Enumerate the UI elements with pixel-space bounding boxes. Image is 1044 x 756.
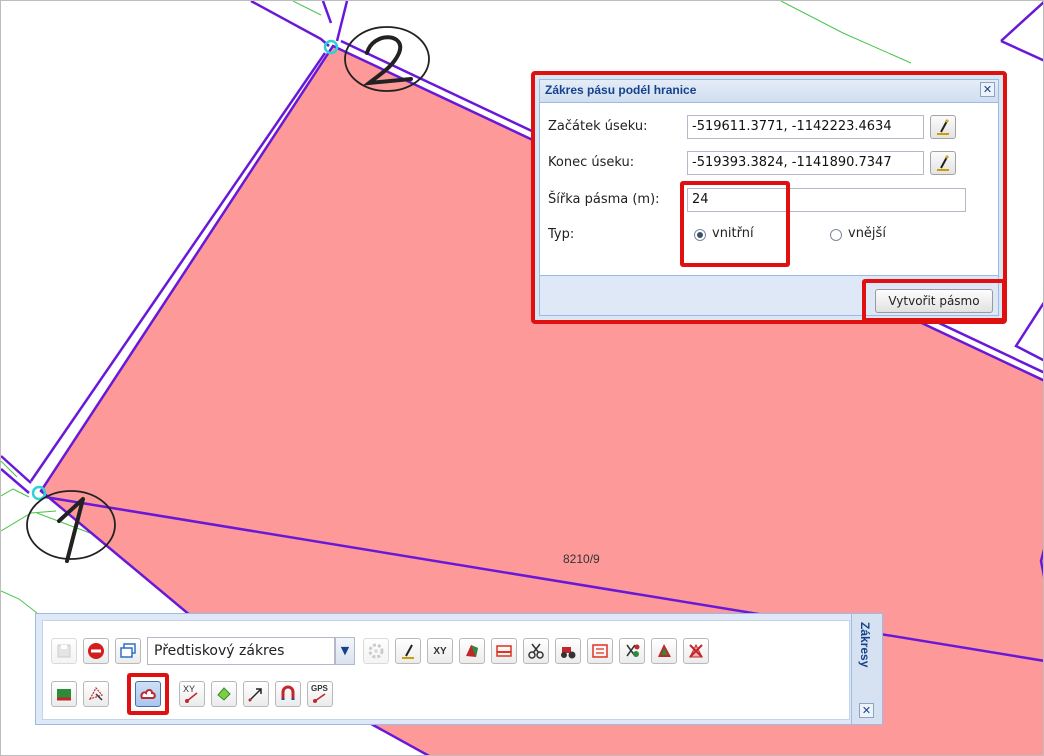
- parcel-number-label: 8210/9: [563, 552, 600, 566]
- merge-button[interactable]: [459, 638, 485, 664]
- arrow-button[interactable]: [243, 681, 269, 707]
- boundary-strip-dialog: Zákres pásu podél hranice ✕ Začátek úsek…: [531, 71, 1007, 324]
- buffer-button[interactable]: [651, 638, 677, 664]
- pick-start-button[interactable]: [930, 115, 956, 139]
- settings-button[interactable]: [363, 638, 389, 664]
- xy-icon: XY: [433, 645, 447, 657]
- split-area-button[interactable]: [587, 638, 613, 664]
- stop-icon: [88, 643, 104, 659]
- cut-button[interactable]: [523, 638, 549, 664]
- pencil-icon: [937, 154, 950, 171]
- boundary-icon: [496, 645, 512, 657]
- xy-small-icon: XY: [183, 684, 196, 694]
- xy-input-button[interactable]: XY: [427, 638, 453, 664]
- xy-point-button[interactable]: XY: [179, 681, 205, 707]
- gear-icon: [368, 643, 384, 659]
- pencil-icon: [402, 644, 414, 659]
- draw-line-button[interactable]: [395, 638, 421, 664]
- toolbar-title: Zákresy: [858, 622, 872, 668]
- toolbar-side-panel: Zákresy ✕: [851, 614, 882, 724]
- strip-button-highlight: [127, 673, 169, 715]
- annotation-1-icon: [26, 490, 116, 563]
- dialog-body: Začátek úseku: -519611.3771, -1142223.46…: [540, 103, 998, 276]
- drawing-type-select[interactable]: Předtiskový zákres: [147, 637, 335, 665]
- delete-drawing-button[interactable]: [683, 638, 709, 664]
- dialog-title: Zákres pásu podél hranice: [545, 83, 697, 97]
- pick-end-button[interactable]: [930, 151, 956, 175]
- cut-polygon-icon: [626, 644, 640, 657]
- end-label: Konec úseku:: [548, 155, 635, 170]
- tractor-button[interactable]: [555, 638, 581, 664]
- merge-icon: [466, 645, 478, 657]
- radio-outer[interactable]: [830, 229, 842, 241]
- start-field[interactable]: -519611.3771, -1142223.4634: [687, 115, 924, 139]
- delete-drawing-icon: [689, 643, 703, 658]
- scissors-icon: [528, 643, 544, 659]
- chevron-down-icon[interactable]: ▼: [335, 637, 355, 665]
- green-area-button[interactable]: [211, 681, 237, 707]
- split-area-icon: [592, 644, 608, 658]
- width-label: Šířka pásma (m):: [548, 192, 660, 207]
- fill-parcel-button[interactable]: [51, 681, 77, 707]
- green-area-icon: [217, 687, 231, 701]
- fill-parcel-icon: [57, 689, 71, 701]
- close-icon[interactable]: ✕: [859, 703, 874, 718]
- dialog-titlebar[interactable]: Zákres pásu podél hranice ✕: [540, 80, 998, 103]
- magnet-icon: [281, 685, 295, 700]
- windows-button[interactable]: [115, 638, 141, 664]
- create-button-highlight: [862, 279, 1006, 322]
- buffer-icon: [658, 644, 671, 657]
- width-type-highlight: [680, 181, 790, 267]
- radio-outer-label[interactable]: vnější: [848, 226, 886, 241]
- drawing-toolbar: Předtiskový zákres ▼ XY XY GPS Zákresy ✕: [35, 613, 883, 725]
- map-window: 8210/9 Zákres pásu podél hranice ✕ Začát…: [0, 0, 1044, 756]
- edit-vertex-icon: [88, 686, 104, 701]
- save-button[interactable]: [51, 638, 77, 664]
- close-icon[interactable]: ✕: [980, 82, 995, 97]
- cancel-button[interactable]: [83, 638, 109, 664]
- cut-polygon-button[interactable]: [619, 638, 645, 664]
- end-field[interactable]: -519393.3824, -1141890.7347: [687, 151, 924, 175]
- tractor-icon: [561, 647, 576, 659]
- gps-icon: GPS: [311, 684, 328, 693]
- gps-button[interactable]: GPS: [307, 681, 333, 707]
- annotation-2-icon: [344, 26, 430, 92]
- boundary-button[interactable]: [491, 638, 517, 664]
- arrow-icon: [248, 688, 262, 702]
- snap-button[interactable]: [275, 681, 301, 707]
- type-label: Typ:: [548, 227, 575, 242]
- pencil-icon: [937, 118, 950, 135]
- floppy-icon: [57, 644, 71, 658]
- edit-vertex-button[interactable]: [83, 681, 109, 707]
- windows-icon: [120, 643, 136, 658]
- toolbar-content: Předtiskový zákres ▼ XY XY GPS: [42, 620, 850, 720]
- start-label: Začátek úseku:: [548, 119, 648, 134]
